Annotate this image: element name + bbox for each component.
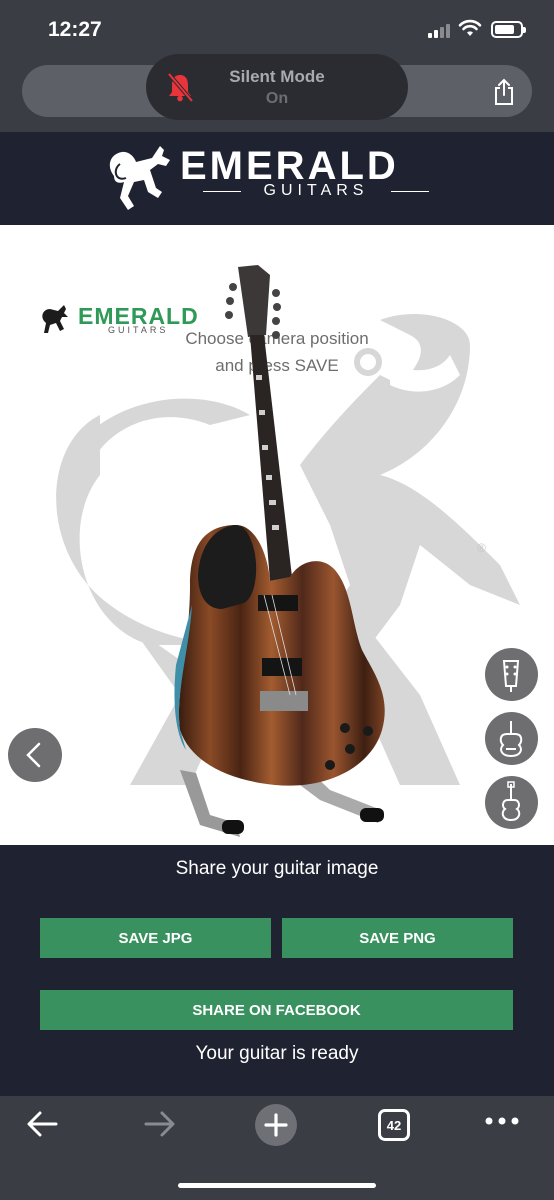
share-facebook-button[interactable]: SHARE ON FACEBOOK [40,990,513,1030]
new-tab-icon[interactable] [254,1103,298,1147]
share-icon[interactable] [492,78,516,106]
forward-arrow-icon[interactable] [142,1108,178,1140]
home-indicator[interactable] [178,1183,376,1188]
clock: 12:27 [48,18,102,41]
previous-view-button[interactable] [8,728,62,782]
guitar-icon [501,781,521,822]
silent-mode-title: Silent Mode [229,67,325,86]
headstock-icon [502,660,520,692]
status-bar: 12:27 [0,0,554,58]
wifi-icon [458,19,482,36]
site-header: EMERALD GUITARS [0,132,554,225]
body-view-button[interactable] [485,712,538,765]
more-menu-icon[interactable] [484,1116,520,1126]
horse-logo-icon [109,146,170,210]
ready-message: Your guitar is ready [195,1043,359,1064]
back-arrow-icon[interactable] [24,1108,60,1140]
battery-icon [491,21,526,38]
brand-subtitle: GUITARS [203,182,429,200]
chevron-left-icon [26,742,41,768]
guitar-viewer[interactable]: EMERALD GUITARS Choose camera position a… [0,225,554,845]
guitar-render [174,265,385,837]
guitar-body-icon [499,721,523,758]
headstock-view-button[interactable] [485,648,538,701]
silent-mode-notification: Silent Mode On [146,54,408,120]
save-png-button[interactable]: SAVE PNG [282,918,513,958]
full-guitar-view-button[interactable] [485,776,538,829]
tab-count-button[interactable]: 42 [378,1109,410,1141]
silent-mode-state: On [265,90,289,107]
cellular-signal-icon [428,22,452,38]
save-jpg-button[interactable]: SAVE JPG [40,918,271,958]
share-heading: Share your guitar image [175,858,379,879]
browser-page: 12:27 Silent Mode On EMERALD GUITARS EME… [0,0,554,1200]
